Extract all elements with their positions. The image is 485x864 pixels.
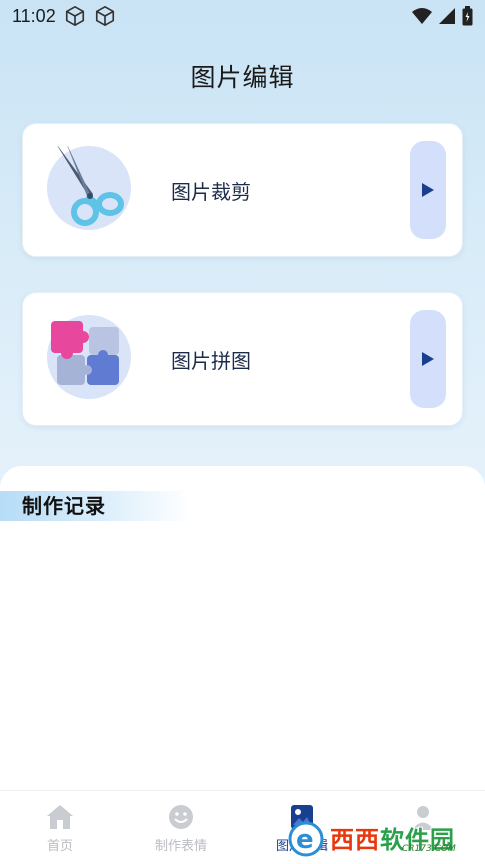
image-collage-card[interactable]: 图片拼图 xyxy=(22,292,463,426)
records-section-title: 制作记录 xyxy=(0,491,190,521)
nav-label-make-meme: 制作表情 xyxy=(154,839,207,854)
svg-text:e: e xyxy=(296,825,314,855)
home-icon xyxy=(47,805,73,829)
wifi-icon xyxy=(412,8,432,24)
image-crop-go-button[interactable] xyxy=(410,141,446,239)
image-crop-label: 图片裁剪 xyxy=(171,180,251,204)
watermark-e-icon: e xyxy=(288,821,324,857)
play-arrow-icon xyxy=(422,183,434,197)
nav-item-make-meme[interactable]: 制作表情 xyxy=(131,803,231,854)
nav-label-home: 首页 xyxy=(46,839,73,854)
status-bar: 11:02 xyxy=(0,0,485,32)
image-collage-go-button[interactable] xyxy=(410,310,446,408)
cube-notification-icon xyxy=(65,6,84,26)
image-crop-card[interactable]: 图片裁剪 xyxy=(22,123,463,257)
cube-notification-icon xyxy=(95,6,114,26)
battery-icon xyxy=(462,6,473,26)
smile-icon xyxy=(169,805,193,829)
status-time: 11:02 xyxy=(12,5,56,26)
watermark-text-red: 西西 xyxy=(330,825,380,854)
watermark-url: CR173.COM xyxy=(402,844,456,854)
watermark-logo: e 西西软件园 CR173.COM xyxy=(284,817,464,857)
cellular-signal-icon xyxy=(439,8,455,24)
scissors-icon xyxy=(47,140,131,230)
page-title: 图片编辑 xyxy=(190,63,295,92)
nav-item-home[interactable]: 首页 xyxy=(10,803,110,854)
play-arrow-icon xyxy=(422,352,434,366)
image-collage-label: 图片拼图 xyxy=(171,349,251,373)
puzzle-icon xyxy=(47,315,131,399)
